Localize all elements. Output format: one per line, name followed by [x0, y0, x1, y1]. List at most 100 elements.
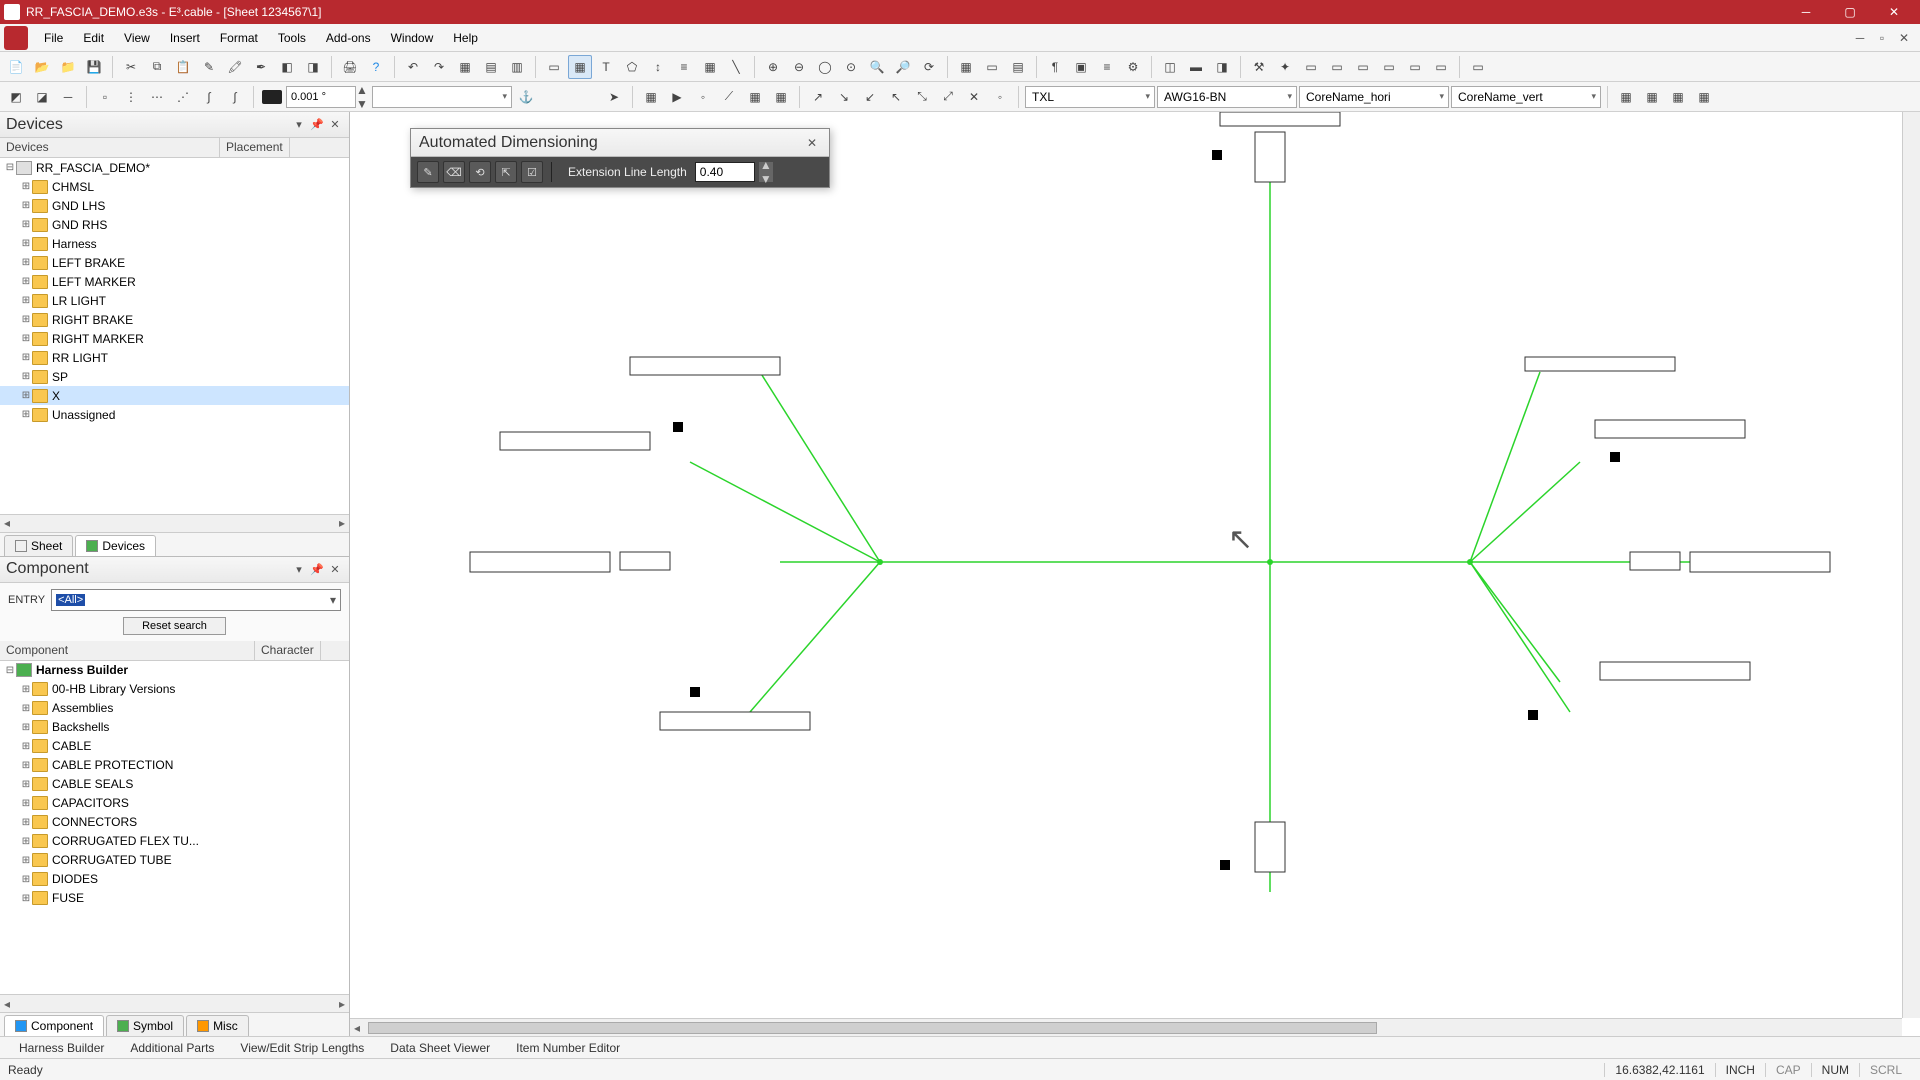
expand-icon[interactable]: ⊞ — [20, 760, 32, 771]
dlg-refresh-icon[interactable]: ⟲ — [469, 161, 491, 183]
zoom-window-icon[interactable]: ◯ — [813, 55, 837, 79]
cfg7-icon[interactable]: ▭ — [1403, 55, 1427, 79]
devices-close-icon[interactable]: ✕ — [327, 117, 343, 133]
menu-format[interactable]: Format — [210, 27, 268, 49]
t2-d2-icon[interactable]: ↘ — [832, 85, 856, 109]
dlg-erase-icon[interactable]: ⌫ — [443, 161, 465, 183]
color-swatch-icon[interactable] — [262, 90, 282, 104]
t2-anchor-icon[interactable]: ⚓ — [514, 85, 538, 109]
menu-edit[interactable]: Edit — [73, 27, 114, 49]
tree-item[interactable]: ⊞X — [0, 386, 349, 405]
copy-icon[interactable]: ⧉ — [145, 55, 169, 79]
tree-item[interactable]: ⊞DIODES — [0, 870, 349, 889]
btab-item-number[interactable]: Item Number Editor — [505, 1038, 631, 1058]
t2-d8-icon[interactable]: ◦ — [988, 85, 1012, 109]
wire-type-dropdown[interactable]: TXL — [1025, 86, 1155, 108]
t2-3-icon[interactable]: ▫ — [93, 85, 117, 109]
new-icon[interactable]: 📄 — [4, 55, 28, 79]
automated-dimensioning-dialog[interactable]: Automated Dimensioning ✕ ✎ ⌫ ⟲ ⇱ ☑ Exten… — [410, 128, 830, 188]
dlg-pencil-icon[interactable]: ✎ — [417, 161, 439, 183]
t2-d6-icon[interactable]: ⤢ — [936, 85, 960, 109]
expand-icon[interactable]: ⊞ — [20, 352, 32, 363]
t2-e1-icon[interactable]: ▦ — [1614, 85, 1638, 109]
precision-input[interactable] — [286, 86, 356, 108]
select-icon[interactable]: ▭ — [542, 55, 566, 79]
expand-icon[interactable]: ⊞ — [20, 295, 32, 306]
para-icon[interactable]: ¶ — [1043, 55, 1067, 79]
expand-icon[interactable]: ⊞ — [20, 409, 32, 420]
dlg-check-icon[interactable]: ☑ — [521, 161, 543, 183]
expand-icon[interactable]: ⊞ — [20, 200, 32, 211]
align-icon[interactable]: ≡ — [672, 55, 696, 79]
sheet-nav-icon[interactable]: ▥ — [505, 55, 529, 79]
menu-help[interactable]: Help — [443, 27, 488, 49]
devices-hscroll[interactable]: ◂▸ — [0, 514, 349, 532]
t2-curve2-icon[interactable]: ∫ — [223, 85, 247, 109]
drawing-canvas[interactable]: Automated Dimensioning ✕ ✎ ⌫ ⟲ ⇱ ☑ Exten… — [350, 112, 1920, 1036]
ext-spinner-icon[interactable]: ▲▼ — [759, 162, 773, 182]
btab-strip-lengths[interactable]: View/Edit Strip Lengths — [229, 1038, 375, 1058]
open2-icon[interactable]: 📁 — [56, 55, 80, 79]
t2-6-icon[interactable]: ⋰ — [171, 85, 195, 109]
tree-item[interactable]: ⊞CONNECTORS — [0, 813, 349, 832]
opt2-icon[interactable]: ≡ — [1095, 55, 1119, 79]
menu-file[interactable]: File — [34, 27, 73, 49]
t2-1-icon[interactable]: ◩ — [4, 85, 28, 109]
cfg5-icon[interactable]: ▭ — [1351, 55, 1375, 79]
sheet-add-icon[interactable]: ▦ — [453, 55, 477, 79]
maximize-button[interactable]: ▢ — [1828, 0, 1872, 24]
component-dropdown-icon[interactable]: ▾ — [291, 561, 307, 577]
tab-sheet[interactable]: Sheet — [4, 535, 73, 556]
tree-item[interactable]: ⊞FUSE — [0, 889, 349, 908]
grid-icon[interactable]: ▦ — [954, 55, 978, 79]
expand-icon[interactable]: ⊞ — [20, 722, 32, 733]
precision-spinner[interactable]: ▲▼ — [286, 83, 370, 111]
tree-item[interactable]: ⊞RR LIGHT — [0, 348, 349, 367]
expand-icon[interactable]: ⊞ — [20, 219, 32, 230]
expand-icon[interactable]: ⊞ — [20, 779, 32, 790]
component-close-icon[interactable]: ✕ — [327, 561, 343, 577]
print-icon[interactable]: 🖨 — [338, 55, 362, 79]
expand-icon[interactable]: ⊞ — [20, 703, 32, 714]
tree-item[interactable]: ⊞GND LHS — [0, 196, 349, 215]
t2-d1-icon[interactable]: ↗ — [806, 85, 830, 109]
tree-item[interactable]: ⊞CORRUGATED FLEX TU... — [0, 832, 349, 851]
zoom-fit-icon[interactable]: ⊙ — [839, 55, 863, 79]
t2-p2-icon[interactable]: ▶ — [665, 85, 689, 109]
redo-icon[interactable]: ↷ — [427, 55, 451, 79]
sheet-del-icon[interactable]: ▤ — [479, 55, 503, 79]
expand-icon[interactable]: ⊞ — [20, 181, 32, 192]
menu-view[interactable]: View — [114, 27, 160, 49]
expand-icon[interactable]: ⊞ — [20, 893, 32, 904]
component-tree[interactable]: ⊟ Harness Builder ⊞00-HB Library Version… — [0, 661, 349, 994]
brush-icon[interactable]: ✎ — [197, 55, 221, 79]
t2-line-icon[interactable]: ─ — [56, 85, 80, 109]
btab-additional-parts[interactable]: Additional Parts — [119, 1038, 225, 1058]
cfg1-icon[interactable]: ⚒ — [1247, 55, 1271, 79]
zoom-sel-icon[interactable]: 🔎 — [891, 55, 915, 79]
t2-5-icon[interactable]: ⋯ — [145, 85, 169, 109]
paste-icon[interactable]: 📋 — [171, 55, 195, 79]
t2-e2-icon[interactable]: ▦ — [1640, 85, 1664, 109]
entry-combo[interactable]: <All> — [51, 589, 341, 611]
wire-gauge-dropdown[interactable]: AWG16-BN — [1157, 86, 1297, 108]
expand-icon[interactable]: ⊞ — [20, 390, 32, 401]
expand-icon[interactable]: ⊞ — [20, 333, 32, 344]
expand-icon[interactable]: ⊞ — [20, 874, 32, 885]
t2-p5-icon[interactable]: ▦ — [743, 85, 767, 109]
table-icon[interactable]: ▦ — [698, 55, 722, 79]
win2-icon[interactable]: ▬ — [1184, 55, 1208, 79]
tree-item[interactable]: ⊞LEFT MARKER — [0, 272, 349, 291]
expand-icon[interactable]: ⊞ — [20, 314, 32, 325]
help-icon[interactable]: ? — [364, 55, 388, 79]
t2-d3-icon[interactable]: ↙ — [858, 85, 882, 109]
expand-icon[interactable]: ⊞ — [20, 855, 32, 866]
undo-icon[interactable]: ↶ — [401, 55, 425, 79]
polygon-icon[interactable]: ⬠ — [620, 55, 644, 79]
tree-item[interactable]: ⊞RIGHT BRAKE — [0, 310, 349, 329]
expand-icon[interactable]: ⊞ — [20, 276, 32, 287]
mdi-minimize-icon[interactable]: ─ — [1850, 31, 1870, 45]
collapse-icon[interactable]: ⊟ — [4, 162, 16, 173]
expand-icon[interactable]: ⊞ — [20, 684, 32, 695]
dialog-header[interactable]: Automated Dimensioning ✕ — [411, 129, 829, 157]
